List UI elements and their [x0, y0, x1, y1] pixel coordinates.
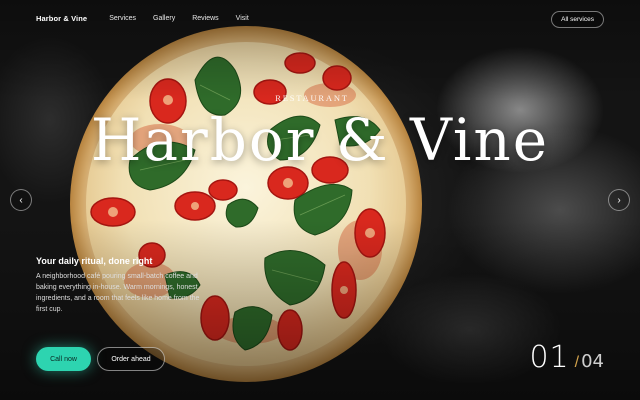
nav-link-reviews[interactable]: Reviews [192, 15, 218, 22]
brand-logo[interactable]: Harbor & Vine [36, 14, 87, 23]
top-nav: Harbor & Vine Services Gallery Reviews V… [0, 0, 640, 36]
hero-eyebrow: RESTAURANT [275, 93, 349, 103]
hero-tagline: Your daily ritual, done right [36, 256, 153, 266]
nav-link-gallery[interactable]: Gallery [153, 15, 175, 22]
slide-total: 04 [581, 351, 604, 372]
hero-page: Harbor & Vine Services Gallery Reviews V… [0, 0, 640, 400]
all-services-button[interactable]: All services [551, 11, 604, 28]
slide-separator: / [574, 354, 580, 371]
hero-title: Harbor & Vine [90, 106, 550, 174]
slide-counter: 01 / 04 [529, 340, 604, 375]
order-ahead-button[interactable]: Order ahead [97, 347, 165, 371]
prev-slide-button[interactable]: ‹ [10, 189, 32, 211]
call-now-button[interactable]: Call now [36, 347, 91, 371]
chevron-left-icon: ‹ [19, 194, 23, 206]
slide-current: 01 [529, 340, 570, 375]
nav-link-services[interactable]: Services [109, 15, 136, 22]
next-slide-button[interactable]: › [608, 189, 630, 211]
hero-description: A neighborhood café pouring small-batch … [36, 273, 200, 313]
chevron-right-icon: › [617, 194, 621, 206]
nav-link-visit[interactable]: Visit [236, 15, 249, 22]
